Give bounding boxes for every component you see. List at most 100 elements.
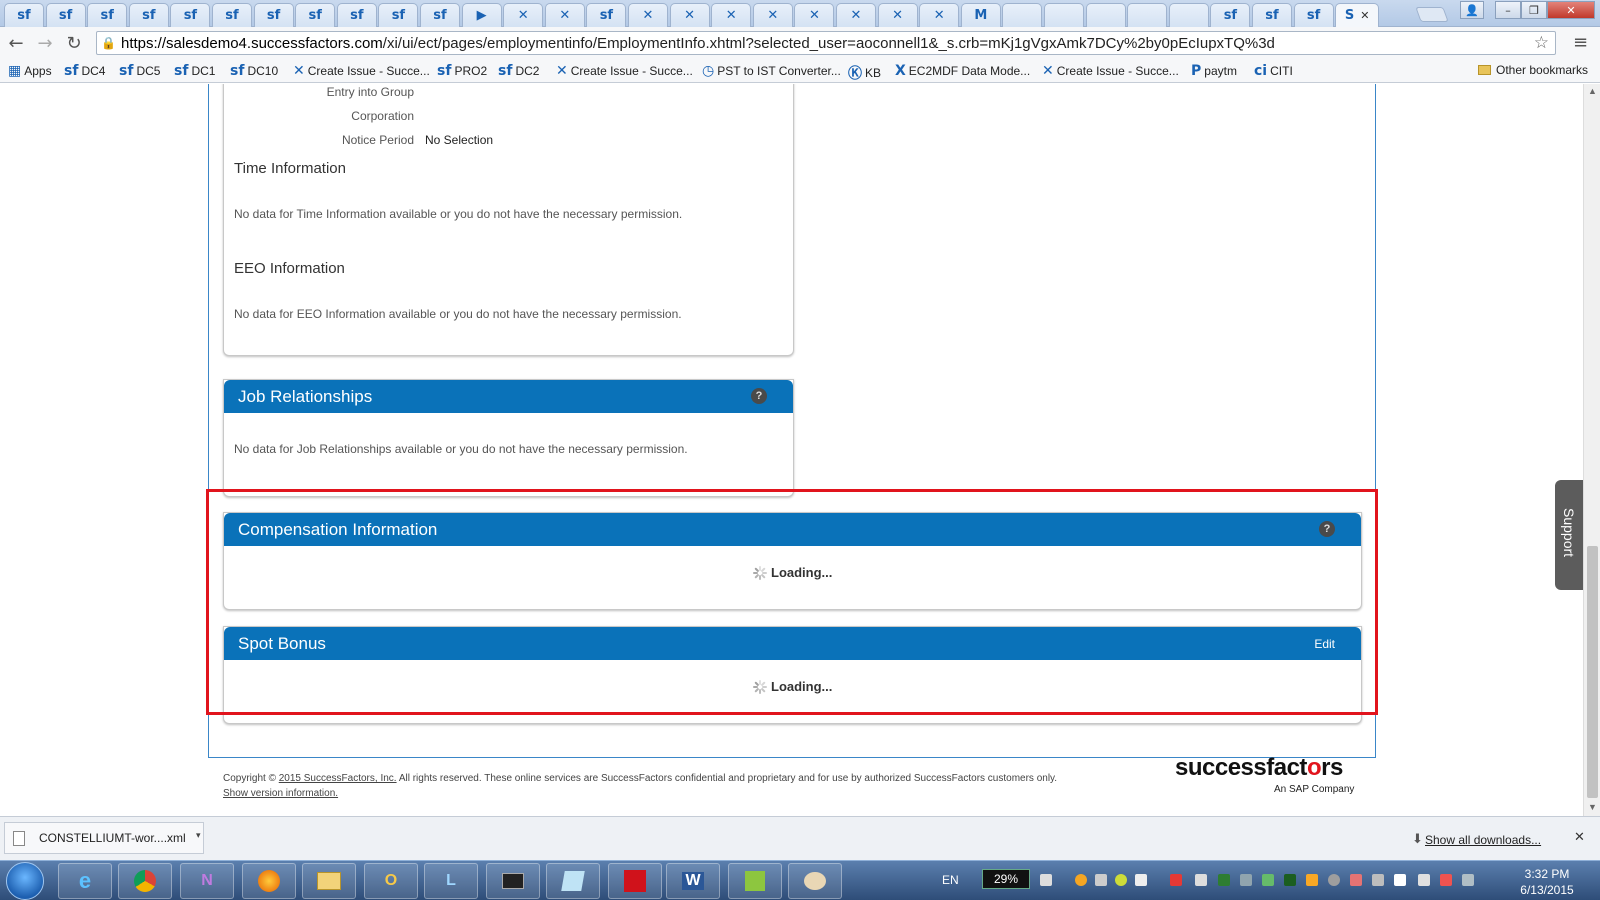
chrome-icon[interactable] — [118, 863, 172, 899]
new-tab-button[interactable] — [1415, 7, 1449, 22]
browser-tab[interactable]: sf — [128, 3, 169, 27]
close-window-button[interactable]: ✕ — [1547, 1, 1595, 19]
browser-tab[interactable] — [1127, 3, 1168, 27]
bookmark-item[interactable]: sf DC4 — [64, 63, 105, 79]
bookmark-item[interactable]: sf DC1 — [174, 63, 215, 79]
bookmark-item[interactable]: sf DC5 — [119, 63, 160, 79]
browser-tab-active[interactable]: S ✕ — [1335, 3, 1380, 27]
vertical-scrollbar[interactable]: ▲ ▼ — [1583, 84, 1600, 816]
maximize-button[interactable]: ❐ — [1521, 1, 1547, 19]
terminal-icon[interactable] — [486, 863, 540, 899]
battery-indicator[interactable]: 29% — [982, 869, 1030, 889]
browser-tab[interactable]: ✕ — [628, 3, 668, 27]
scroll-up-icon[interactable]: ▲ — [1588, 86, 1597, 96]
browser-tab[interactable]: ✕ — [794, 3, 835, 27]
project-icon[interactable] — [728, 863, 782, 899]
start-button[interactable] — [6, 862, 44, 900]
firefox-icon[interactable] — [242, 863, 296, 899]
show-version-link[interactable]: Show version information. — [223, 788, 338, 799]
support-tab[interactable]: Support — [1555, 480, 1583, 590]
browser-tab[interactable]: sf — [212, 3, 252, 27]
word-icon[interactable]: W — [666, 863, 720, 899]
tray-icon[interactable] — [1350, 874, 1362, 886]
help-icon[interactable]: ? — [1319, 521, 1335, 537]
lync-icon[interactable]: L — [424, 863, 478, 899]
network-icon[interactable] — [1418, 874, 1430, 886]
browser-tab[interactable]: ✕ — [503, 3, 544, 27]
copyright-link[interactable]: 2015 SuccessFactors, Inc. — [279, 773, 397, 784]
browser-tab[interactable]: ✕ — [752, 3, 793, 27]
browser-tab[interactable]: M — [960, 3, 1001, 27]
clock-date[interactable]: 6/13/2015 — [1517, 883, 1577, 897]
browser-tab[interactable] — [1168, 3, 1209, 27]
browser-tab[interactable]: sf — [336, 3, 377, 27]
bookmark-item[interactable]: ✕ Create Issue - Succe... — [1042, 63, 1179, 79]
browser-tab[interactable]: sf — [378, 3, 419, 27]
tray-icon[interactable] — [1306, 874, 1318, 886]
plug-icon[interactable] — [1040, 874, 1052, 886]
tray-icon[interactable] — [1218, 874, 1230, 886]
browser-tab[interactable]: ✕ — [711, 3, 752, 27]
paint-icon[interactable] — [788, 863, 842, 899]
browser-tab[interactable]: sf — [87, 3, 128, 27]
shield-icon[interactable] — [1170, 874, 1182, 886]
browser-tab[interactable]: sf — [1293, 3, 1334, 27]
chevron-down-icon[interactable]: ▾ — [196, 830, 201, 841]
forward-icon[interactable]: → — [34, 32, 56, 54]
browser-tab[interactable]: sf — [586, 3, 627, 27]
reload-icon[interactable]: ↻ — [63, 32, 85, 54]
close-icon[interactable]: ✕ — [1574, 830, 1585, 845]
tray-icon[interactable] — [1462, 874, 1474, 886]
bookmark-item[interactable]: X EC2MDF Data Mode... — [895, 63, 1030, 79]
download-item[interactable]: CONSTELLIUMT-wor....xml — [4, 822, 204, 854]
menu-icon[interactable]: ≡ — [1573, 32, 1588, 53]
bookmark-item[interactable]: ✕ Create Issue - Succe... — [556, 63, 693, 79]
browser-tab[interactable]: sf — [420, 3, 460, 27]
bookmark-item[interactable]: ✕ Create Issue - Succe... — [293, 63, 430, 79]
flag-icon[interactable] — [1394, 874, 1406, 886]
browser-tab[interactable] — [1002, 3, 1043, 27]
bookmark-item[interactable]: sf DC10 — [230, 63, 278, 79]
browser-tab[interactable]: ▶ — [461, 3, 502, 27]
browser-tab[interactable]: sf — [253, 3, 294, 27]
clock-time[interactable]: 3:32 PM — [1517, 867, 1577, 881]
url-text[interactable]: https://salesdemo4.successfactors.com/xi… — [121, 35, 1275, 52]
bookmark-item[interactable]: Ppaytm — [1191, 63, 1237, 79]
browser-tab[interactable]: sf — [1210, 3, 1251, 27]
browser-tab[interactable]: ✕ — [836, 3, 876, 27]
ie-icon[interactable]: e — [58, 863, 112, 899]
onenote-icon[interactable]: N — [180, 863, 234, 899]
tray-icon[interactable] — [1115, 874, 1127, 886]
tray-icon[interactable] — [1284, 874, 1296, 886]
outlook-icon[interactable]: O — [364, 863, 418, 899]
acrobat-icon[interactable] — [608, 863, 662, 899]
address-bar[interactable]: 🔒 https://salesdemo4.successfactors.com/… — [96, 31, 1556, 55]
tray-icon[interactable] — [1262, 874, 1274, 886]
scroll-down-icon[interactable]: ▼ — [1588, 802, 1597, 812]
lock-icon[interactable] — [1195, 874, 1207, 886]
tray-icon[interactable] — [1095, 874, 1107, 886]
notepad-icon[interactable] — [546, 863, 600, 899]
browser-tab[interactable]: sf — [170, 3, 211, 27]
bookmark-item[interactable]: sf PRO2 — [437, 63, 487, 79]
browser-tab[interactable]: ✕ — [919, 3, 960, 27]
scrollbar-thumb[interactable] — [1587, 546, 1598, 798]
browser-tab[interactable]: sf — [1252, 3, 1292, 27]
tray-icon[interactable] — [1135, 874, 1147, 886]
browser-tab[interactable]: ✕ — [544, 3, 585, 27]
minimize-button[interactable]: – — [1495, 1, 1521, 19]
bookmark-item[interactable]: ◷ PST to IST Converter... — [702, 63, 841, 79]
show-all-downloads-link[interactable]: Show all downloads... — [1425, 833, 1541, 847]
bookmark-item[interactable]: Ⓚ KB — [848, 63, 881, 83]
close-tab-icon[interactable]: ✕ — [1360, 9, 1369, 22]
tray-icon[interactable] — [1075, 874, 1087, 886]
explorer-folder-icon[interactable] — [302, 863, 356, 899]
browser-tab[interactable]: ✕ — [669, 3, 710, 27]
other-bookmarks[interactable]: Other bookmarks — [1478, 63, 1588, 77]
volume-icon[interactable] — [1440, 874, 1452, 886]
browser-tab[interactable]: sf — [4, 3, 44, 27]
browser-tab[interactable]: sf — [45, 3, 86, 27]
spot-bonus-edit-link[interactable]: Edit — [1314, 637, 1335, 651]
bookmark-item[interactable]: sf DC2 — [498, 63, 539, 79]
browser-tab[interactable]: ✕ — [877, 3, 918, 27]
